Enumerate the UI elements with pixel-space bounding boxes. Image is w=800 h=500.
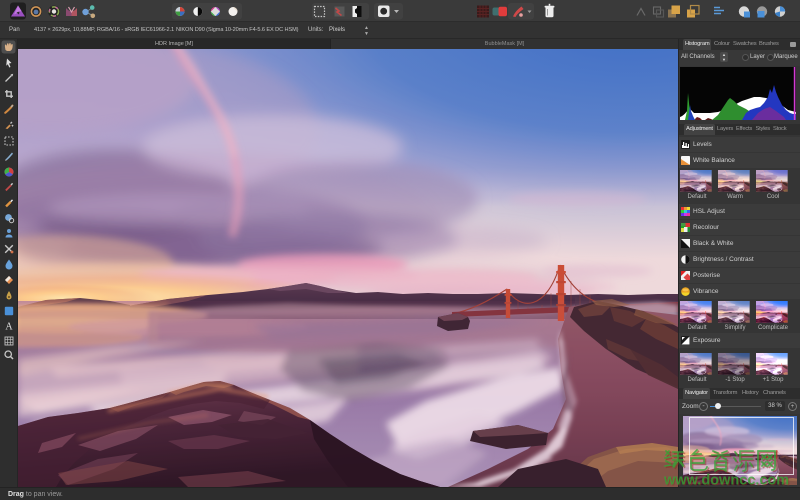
svg-text:A: A bbox=[5, 322, 13, 333]
svg-text:www.downcc.com: www.downcc.com bbox=[663, 473, 789, 489]
